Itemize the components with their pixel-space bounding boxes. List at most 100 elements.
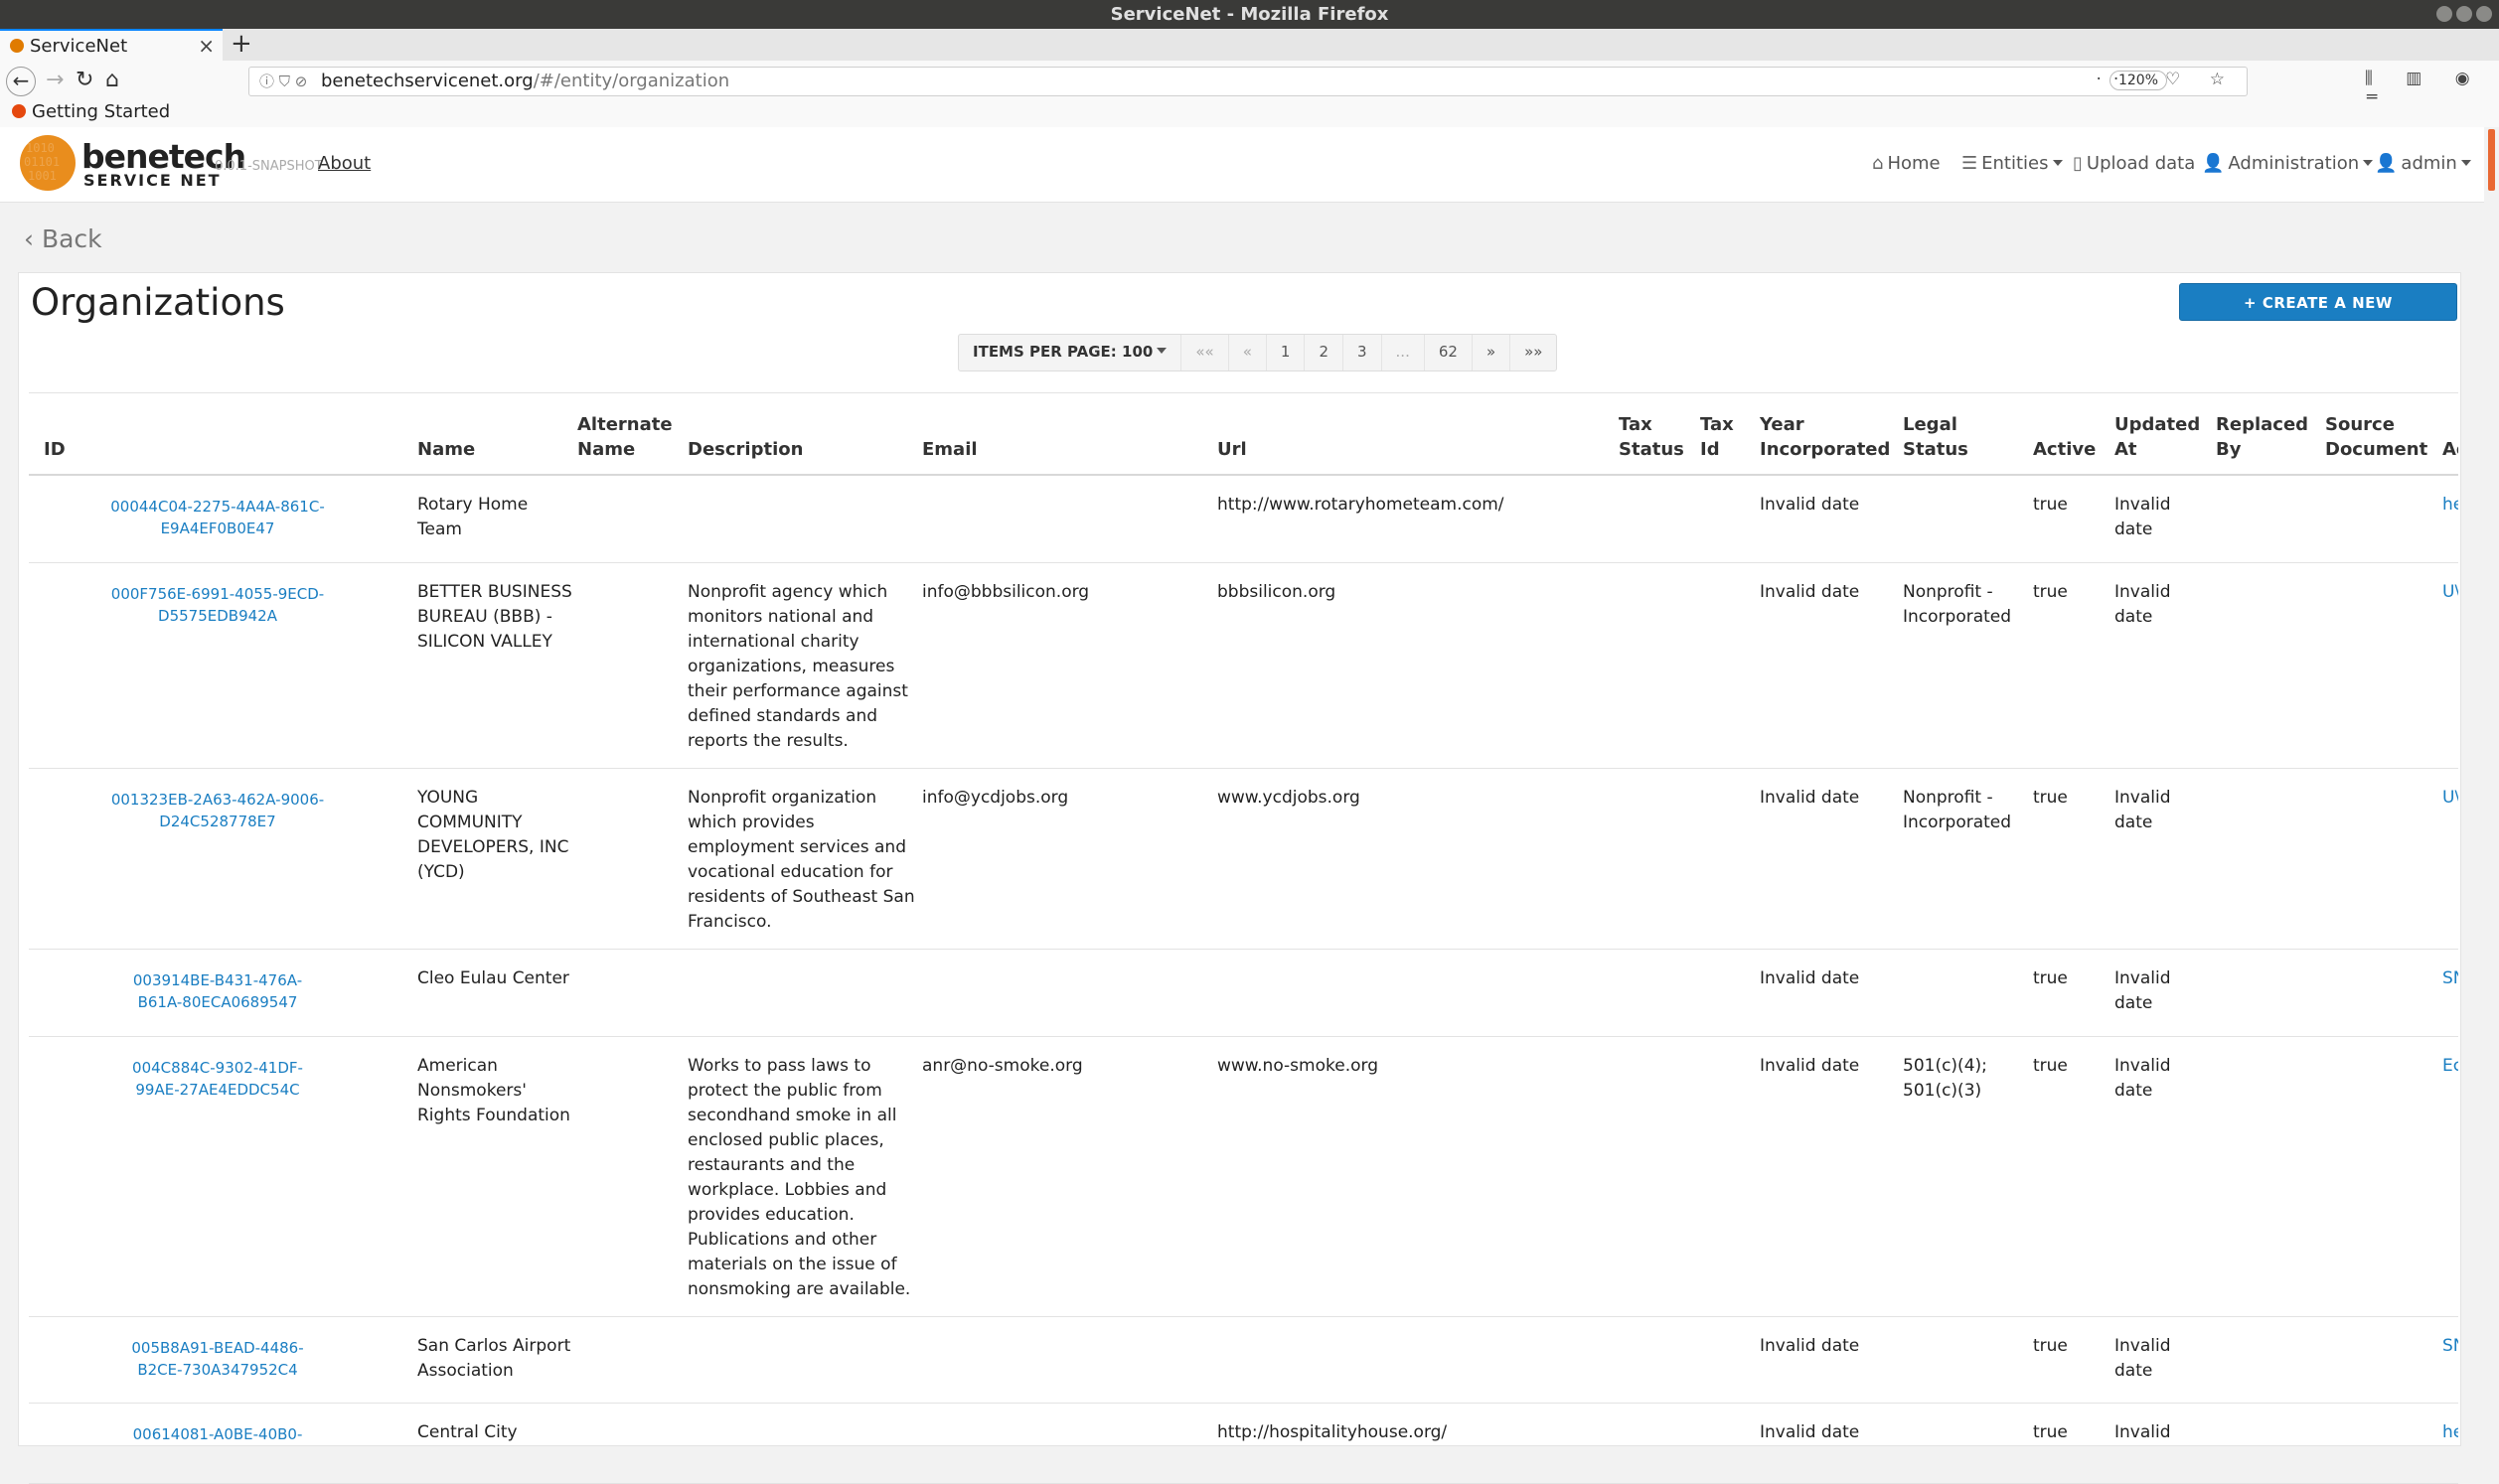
row-active: true — [2033, 582, 2068, 602]
page-1-button[interactable]: 1 — [1265, 335, 1305, 371]
brand-subtitle[interactable]: SERVICE NET — [83, 171, 222, 190]
first-page-button[interactable]: «« — [1180, 335, 1227, 371]
bookmark-label: Getting Started — [32, 101, 171, 122]
home-icon[interactable]: ⌂ — [105, 67, 119, 94]
minimize-icon[interactable] — [2436, 6, 2452, 22]
header-email[interactable]: Email — [922, 437, 978, 462]
tab-close-icon[interactable]: × — [198, 34, 215, 58]
nav-upload-data[interactable]: ▯ Upload data — [2073, 153, 2195, 174]
benetech-logo-icon[interactable]: 1010 01101 1001 — [20, 135, 76, 191]
page-title: Organizations — [31, 281, 285, 324]
page-3-button[interactable]: 3 — [1341, 335, 1381, 371]
organizations-table: ID Name Alternate Name Description Email… — [29, 392, 2458, 1484]
nav-account-label: admin — [2401, 153, 2457, 174]
nav-administration-label: Administration — [2228, 153, 2360, 174]
app-header: 1010 01101 1001 benetech SERVICE NET 0.0… — [0, 127, 2484, 203]
tab-title: ServiceNet — [30, 36, 128, 57]
items-per-page-dropdown[interactable]: ITEMS PER PAGE: 100 — [959, 335, 1180, 371]
header-updated-at[interactable]: Updated At — [2114, 412, 2200, 462]
row-active: true — [2033, 495, 2068, 515]
header-url[interactable]: Url — [1217, 437, 1247, 462]
window-title-bar: ServiceNet - Mozilla Firefox — [0, 0, 2499, 29]
row-account-link[interactable]: he — [2442, 493, 2458, 518]
row-id-link[interactable]: 003914BE-B431-476A- B61A-80ECA0689547 — [69, 969, 367, 1013]
header-account[interactable]: Ac — [2442, 437, 2458, 462]
row-active: true — [2033, 1422, 2068, 1442]
header-year-incorporated[interactable]: Year Incorporated — [1760, 412, 1890, 462]
chevron-left-icon: ‹ — [24, 224, 42, 253]
row-id-link[interactable]: 005B8A91-BEAD-4486- B2CE-730A347952C4 — [69, 1337, 367, 1381]
page-actions-icon[interactable]: ··· ♡ ☆ — [2097, 70, 2238, 89]
row-name: BETTER BUSINESS BUREAU (BBB) - SILICON V… — [417, 582, 572, 652]
pagination: ITEMS PER PAGE: 100 «« « 1 2 3 ... 62 » … — [958, 334, 1558, 371]
row-legal-status: Nonprofit - Incorporated — [1903, 582, 2012, 627]
maximize-icon[interactable] — [2456, 6, 2472, 22]
last-page-button[interactable]: »» — [1509, 335, 1556, 371]
row-account-link[interactable]: SN — [2442, 1334, 2458, 1359]
header-name[interactable]: Name — [417, 437, 475, 462]
header-replaced-by[interactable]: Replaced By — [2216, 412, 2308, 462]
row-id-link[interactable]: 000F756E-6991-4055-9ECD- D5575EDB942A — [69, 583, 367, 627]
row-id-link[interactable]: 00614081-A0BE-40B0- — [69, 1423, 367, 1445]
row-account-link[interactable]: Ec — [2442, 1054, 2458, 1079]
site-info-icon[interactable]: ⓘ ⛉ ⊘ — [259, 71, 307, 91]
url-host: benetechservicenet.org — [321, 71, 534, 91]
back-arrow-icon[interactable]: ← — [6, 67, 36, 96]
row-account-link[interactable]: U\ — [2442, 580, 2458, 605]
header-description[interactable]: Description — [688, 437, 803, 462]
url-text[interactable]: benetechservicenet.org/#/entity/organiza… — [321, 71, 729, 91]
row-account-link[interactable]: he — [2442, 1420, 2458, 1445]
user-icon: 👤 — [2375, 153, 2398, 174]
row-active: true — [2033, 788, 2068, 808]
row-year-incorporated: Invalid date — [1760, 1056, 1860, 1076]
firefox-icon — [12, 104, 26, 118]
file-upload-icon: ▯ — [2073, 153, 2083, 174]
header-tax-id[interactable]: Tax Id — [1700, 412, 1734, 462]
header-legal-status[interactable]: Legal Status — [1903, 412, 1968, 462]
page-scrollbar[interactable] — [2484, 127, 2499, 1430]
header-alternate-name[interactable]: Alternate Name — [577, 412, 673, 462]
row-name: Rotary Home Team — [417, 495, 529, 539]
row-id-link[interactable]: 00044C04-2275-4A4A-861C- E9A4EF0B0E47 — [69, 496, 367, 539]
row-year-incorporated: Invalid date — [1760, 1336, 1860, 1356]
header-tax-status[interactable]: Tax Status — [1619, 412, 1684, 462]
close-window-icon[interactable] — [2476, 6, 2492, 22]
home-icon: ⌂ — [1872, 153, 1884, 174]
nav-entities[interactable]: ☰ Entities — [1961, 153, 2063, 174]
scrollbar-thumb[interactable] — [2488, 129, 2495, 191]
back-link[interactable]: ‹ Back — [24, 224, 102, 253]
header-source-document[interactable]: Source Document — [2325, 412, 2427, 462]
row-id-link[interactable]: 004C884C-9302-41DF- 99AE-27AE4EDDC54C — [69, 1057, 367, 1101]
row-legal-status: Nonprofit - Incorporated — [1903, 788, 2012, 832]
nav-home[interactable]: ⌂ Home — [1872, 153, 1941, 174]
row-id-link[interactable]: 001323EB-2A63-462A-9006- D24C528778E7 — [69, 789, 367, 832]
row-updated-at: Invalid — [2114, 1422, 2171, 1442]
row-account-link[interactable]: U\ — [2442, 786, 2458, 811]
row-url: bbbsilicon.org — [1217, 582, 1336, 602]
url-bar[interactable]: ⓘ ⛉ ⊘ benetechservicenet.org/#/entity/or… — [248, 67, 2248, 96]
row-account-link[interactable]: SN — [2442, 966, 2458, 991]
create-organization-button[interactable]: + CREATE A NEW ORGANIZATION — [2179, 283, 2457, 350]
header-active[interactable]: Active — [2033, 437, 2096, 462]
header-id[interactable]: ID — [44, 437, 66, 462]
bookmark-getting-started[interactable]: Getting Started — [12, 101, 170, 122]
table-row: 00614081-A0BE-40B0- Central City http://… — [29, 1404, 2458, 1484]
browser-tab[interactable]: ServiceNet × — [0, 29, 223, 61]
page-2-button[interactable]: 2 — [1304, 335, 1342, 371]
table-row: 003914BE-B431-476A- B61A-80ECA0689547 Cl… — [29, 950, 2458, 1037]
row-description: Nonprofit organization which provides em… — [688, 788, 915, 932]
row-legal-status: 501(c)(4); 501(c)(3) — [1903, 1056, 1987, 1101]
row-active: true — [2033, 968, 2068, 988]
row-email: info@bbbsilicon.org — [922, 582, 1090, 602]
row-year-incorporated: Invalid date — [1760, 582, 1860, 602]
prev-page-button[interactable]: « — [1227, 335, 1266, 371]
row-name: Central City — [417, 1422, 518, 1442]
about-link[interactable]: About — [318, 153, 371, 174]
new-tab-button[interactable]: + — [231, 29, 252, 59]
nav-administration[interactable]: 👤 Administration — [2202, 153, 2374, 174]
next-page-button[interactable]: » — [1471, 335, 1509, 371]
reload-icon[interactable]: ↻ — [76, 67, 93, 94]
forward-arrow-icon[interactable]: → — [46, 67, 64, 94]
page-62-button[interactable]: 62 — [1423, 335, 1472, 371]
nav-account[interactable]: 👤 admin — [2375, 153, 2471, 174]
